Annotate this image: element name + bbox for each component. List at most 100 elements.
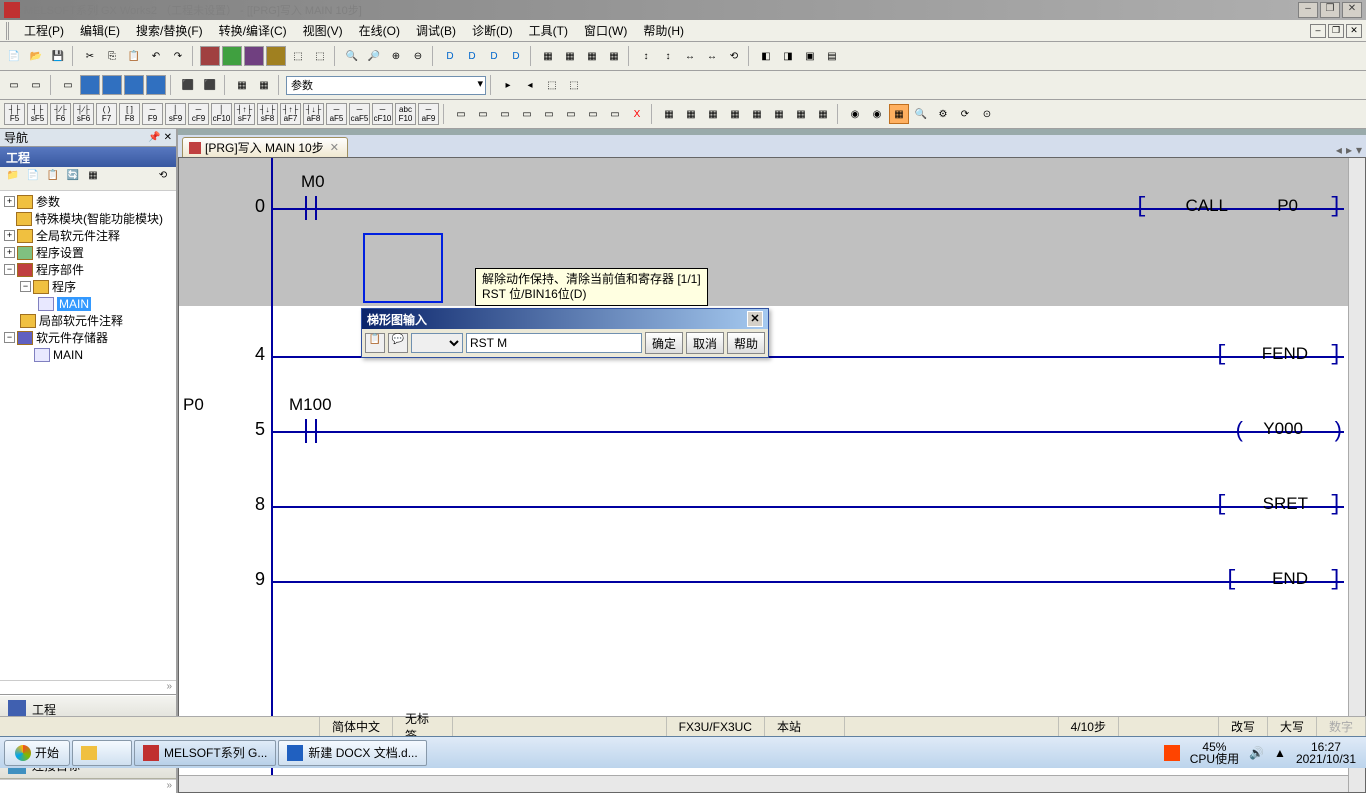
menu-compile[interactable]: 转换/编译(C) — [211, 20, 295, 41]
tb-paste[interactable]: 📋 — [124, 46, 144, 66]
tb2-i[interactable]: ⬛ — [200, 75, 220, 95]
tb-d2[interactable]: D — [462, 46, 482, 66]
fk4-a[interactable]: ◉ — [845, 104, 865, 124]
tb2-f[interactable] — [124, 75, 144, 95]
tb2-l[interactable]: ▸ — [498, 75, 518, 95]
fk-af8[interactable]: ┤↓├aF8 — [303, 103, 324, 125]
menu-online[interactable]: 在线(O) — [351, 20, 408, 41]
tb2-d[interactable] — [80, 75, 100, 95]
fk-af5[interactable]: ─aF5 — [326, 103, 347, 125]
nav-tb5[interactable]: ▦ — [84, 170, 102, 188]
tb-b1[interactable]: ⬚ — [288, 46, 308, 66]
dlg-input[interactable] — [466, 333, 642, 353]
fk3-a[interactable]: ▦ — [659, 104, 679, 124]
fk3-e[interactable]: ▦ — [747, 104, 767, 124]
tb-e3[interactable]: ▦ — [582, 46, 602, 66]
fk-sf6[interactable]: ┤∕├sF6 — [73, 103, 94, 125]
fk-cf9[interactable]: ─cF9 — [188, 103, 209, 125]
tb2-e[interactable] — [102, 75, 122, 95]
tree-progpart[interactable]: −程序部件 — [2, 261, 174, 278]
child-min[interactable]: – — [1310, 24, 1326, 38]
nav-tb6[interactable]: ⟲ — [154, 170, 172, 188]
tb-open[interactable]: 📂 — [26, 46, 46, 66]
doc-tab-close[interactable]: ✕ — [328, 141, 341, 154]
dlg-ok[interactable]: 确定 — [645, 332, 683, 354]
tray-icon3[interactable]: ▲ — [1274, 746, 1286, 760]
fk3-c[interactable]: ▦ — [703, 104, 723, 124]
fk-f5[interactable]: ┤├F5 — [4, 103, 25, 125]
menu-search[interactable]: 搜索/替换(F) — [128, 20, 211, 41]
fk4-g[interactable]: ⊙ — [977, 104, 997, 124]
task-wps[interactable]: 新建 DOCX 文档.d... — [278, 740, 426, 766]
minimize-button[interactable]: – — [1298, 2, 1318, 18]
tb-e2[interactable]: ▦ — [560, 46, 580, 66]
tb-c1[interactable] — [200, 46, 220, 66]
menu-tool[interactable]: 工具(T) — [521, 20, 576, 41]
fk3-b[interactable]: ▦ — [681, 104, 701, 124]
dlg-select[interactable] — [411, 333, 463, 353]
fk2-i[interactable]: X — [627, 104, 647, 124]
fk2-a[interactable]: ▭ — [451, 104, 471, 124]
tree-special[interactable]: 特殊模块(智能功能模块) — [2, 210, 174, 227]
task-gxworks[interactable]: MELSOFT系列 G... — [134, 740, 276, 766]
tb-f4[interactable]: ↔ — [702, 46, 722, 66]
fk-f10[interactable]: abcF10 — [395, 103, 416, 125]
tree-progset[interactable]: +程序设置 — [2, 244, 174, 261]
tb-find[interactable]: 🔍 — [342, 46, 362, 66]
tb-cut[interactable]: ✂ — [80, 46, 100, 66]
fk-f6[interactable]: ┤∕├F6 — [50, 103, 71, 125]
tb2-g[interactable] — [146, 75, 166, 95]
fk2-b[interactable]: ▭ — [473, 104, 493, 124]
param-combo[interactable]: 参数 — [286, 76, 486, 95]
ladder-canvas[interactable]: 0 M0 [ CALL P0 ] 4 [ F — [178, 157, 1366, 793]
tb-new[interactable]: 📄 — [4, 46, 24, 66]
tb-d3[interactable]: D — [484, 46, 504, 66]
menu-help[interactable]: 帮助(H) — [635, 20, 692, 41]
tree-device[interactable]: −软元件存储器 — [2, 329, 174, 346]
task-explorer[interactable] — [72, 740, 132, 766]
rung-0[interactable]: 0 M0 [ CALL P0 ] — [179, 158, 1348, 233]
tb2-o[interactable]: ⬚ — [564, 75, 584, 95]
nav-tb4[interactable]: 🔄 — [64, 170, 82, 188]
fk3-h[interactable]: ▦ — [813, 104, 833, 124]
fk-cf10[interactable]: │cF10 — [211, 103, 232, 125]
tb-find2[interactable]: 🔎 — [364, 46, 384, 66]
menu-diag[interactable]: 诊断(D) — [464, 20, 521, 41]
fk-f8[interactable]: [ ]F8 — [119, 103, 140, 125]
dlg-ico2[interactable]: 💬 — [388, 333, 408, 353]
tb-d4[interactable]: D — [506, 46, 526, 66]
tb-d1[interactable]: D — [440, 46, 460, 66]
tree-main2[interactable]: MAIN — [2, 346, 174, 363]
close-button[interactable]: ✕ — [1342, 2, 1362, 18]
tb-f3[interactable]: ↔ — [680, 46, 700, 66]
tree-program[interactable]: −程序 — [2, 278, 174, 295]
fk2-c[interactable]: ▭ — [495, 104, 515, 124]
tb2-a[interactable]: ▭ — [4, 75, 24, 95]
nav-tb1[interactable]: 📁 — [4, 170, 22, 188]
tree-main[interactable]: MAIN — [2, 295, 174, 312]
tray-icon2[interactable]: 🔊 — [1249, 746, 1264, 760]
tb-c4[interactable] — [266, 46, 286, 66]
fk4-d[interactable]: 🔍 — [911, 104, 931, 124]
fk2-f[interactable]: ▭ — [561, 104, 581, 124]
nav-more[interactable]: » — [0, 779, 176, 793]
tb-g1[interactable]: ◧ — [756, 46, 776, 66]
fk2-e[interactable]: ▭ — [539, 104, 559, 124]
nav-tree[interactable]: +参数 特殊模块(智能功能模块) +全局软元件注释 +程序设置 −程序部件 −程… — [0, 191, 176, 680]
doc-tab-main[interactable]: [PRG]写入 MAIN 10步 ✕ — [182, 137, 348, 157]
tb-g2[interactable]: ◨ — [778, 46, 798, 66]
fk3-g[interactable]: ▦ — [791, 104, 811, 124]
cpu-meter[interactable]: 45% CPU使用 — [1190, 741, 1239, 765]
clock[interactable]: 16:27 2021/10/31 — [1296, 741, 1356, 765]
pin-icon[interactable]: 📌 ✕ — [148, 132, 172, 143]
tb-g3[interactable]: ▣ — [800, 46, 820, 66]
child-close[interactable]: ✕ — [1346, 24, 1362, 38]
tb-e4[interactable]: ▦ — [604, 46, 624, 66]
tb-zoom2[interactable]: ⊖ — [408, 46, 428, 66]
vscroll[interactable] — [1348, 158, 1365, 792]
dlg-help[interactable]: 帮助 — [727, 332, 765, 354]
fk-caf5[interactable]: ─caF5 — [349, 103, 370, 125]
fk4-c[interactable]: ▦ — [889, 104, 909, 124]
menu-window[interactable]: 窗口(W) — [576, 20, 635, 41]
dlg-ico1[interactable]: 📋 — [365, 333, 385, 353]
